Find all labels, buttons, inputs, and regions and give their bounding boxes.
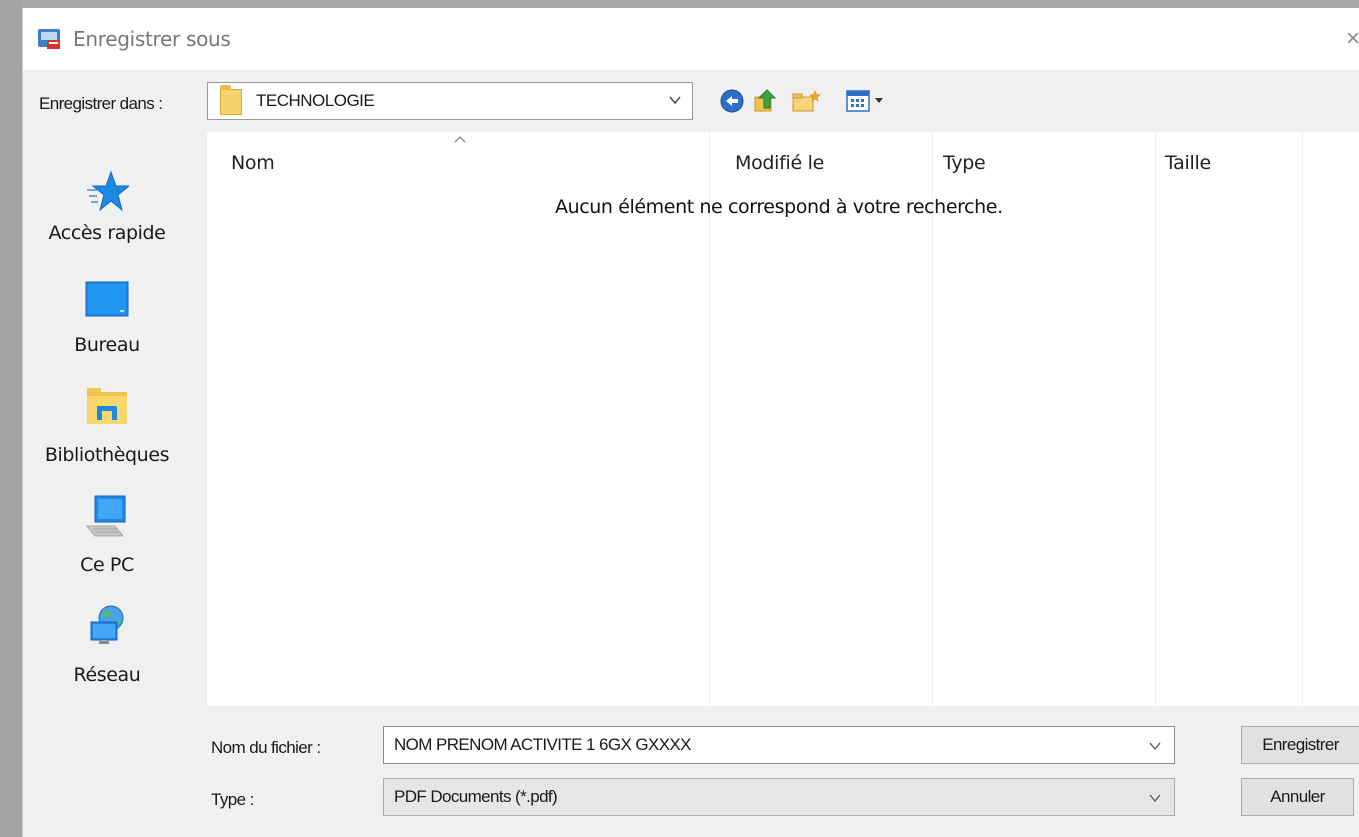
close-button[interactable]: × bbox=[1346, 25, 1359, 52]
chevron-down-icon[interactable] bbox=[1148, 739, 1162, 753]
column-divider[interactable] bbox=[1302, 132, 1303, 706]
cancel-button[interactable]: Annuler bbox=[1241, 778, 1354, 816]
quick-access-star-icon bbox=[87, 170, 129, 212]
app-icon bbox=[38, 29, 60, 49]
libraries-icon bbox=[87, 388, 127, 424]
chevron-down-icon[interactable] bbox=[668, 93, 682, 107]
lookin-label: Enregistrer dans : bbox=[39, 94, 163, 113]
place-label: Ce PC bbox=[80, 554, 134, 576]
top-edge bbox=[0, 0, 1359, 8]
save-as-dialog: Enregistrer sous × Enregistrer dans : TE… bbox=[22, 8, 1359, 837]
new-folder-icon[interactable] bbox=[791, 88, 821, 114]
desktop-icon bbox=[85, 281, 129, 317]
filename-field[interactable]: NOM PRENOM ACTIVITE 1 6GX GXXXX bbox=[383, 726, 1175, 764]
title-bar[interactable]: Enregistrer sous × bbox=[23, 8, 1359, 70]
column-header-type[interactable]: Type bbox=[943, 152, 986, 174]
chevron-down-icon[interactable] bbox=[1148, 791, 1162, 805]
back-icon[interactable] bbox=[719, 88, 745, 114]
column-divider[interactable] bbox=[1155, 132, 1156, 706]
computer-icon bbox=[86, 495, 126, 537]
place-label: Accès rapide bbox=[48, 222, 166, 244]
save-button[interactable]: Enregistrer bbox=[1241, 726, 1359, 764]
file-list[interactable]: Nom Modifié le Type Taille Aucun élément… bbox=[207, 132, 1359, 706]
filename-label: Nom du fichier : bbox=[211, 738, 321, 757]
network-icon bbox=[90, 605, 124, 644]
column-header-size[interactable]: Taille bbox=[1165, 152, 1211, 174]
filetype-value: PDF Documents (*.pdf) bbox=[394, 787, 558, 806]
place-label: Bibliothèques bbox=[44, 444, 170, 466]
column-divider[interactable] bbox=[932, 132, 933, 706]
sort-ascending-icon bbox=[454, 136, 466, 143]
left-edge bbox=[0, 0, 22, 837]
up-folder-icon[interactable] bbox=[753, 88, 779, 114]
filetype-label: Type : bbox=[211, 790, 254, 809]
folder-icon bbox=[220, 85, 242, 115]
filetype-dropdown[interactable]: PDF Documents (*.pdf) bbox=[383, 778, 1175, 816]
empty-list-message: Aucun élément ne correspond à votre rech… bbox=[555, 196, 1003, 218]
window-title: Enregistrer sous bbox=[73, 27, 231, 51]
lookin-dropdown[interactable]: TECHNOLOGIE bbox=[207, 82, 693, 120]
column-header-name[interactable]: Nom bbox=[231, 152, 275, 174]
column-header-modified[interactable]: Modifié le bbox=[735, 152, 824, 174]
place-label: Réseau bbox=[73, 664, 141, 686]
column-divider[interactable] bbox=[709, 132, 710, 706]
lookin-value: TECHNOLOGIE bbox=[256, 91, 375, 110]
filename-value: NOM PRENOM ACTIVITE 1 6GX GXXXX bbox=[394, 735, 692, 754]
place-label: Bureau bbox=[74, 334, 140, 356]
view-menu-icon[interactable] bbox=[845, 88, 893, 114]
places-bar: Accès rapide Bureau Bibliothèques Ce PC … bbox=[23, 132, 191, 692]
